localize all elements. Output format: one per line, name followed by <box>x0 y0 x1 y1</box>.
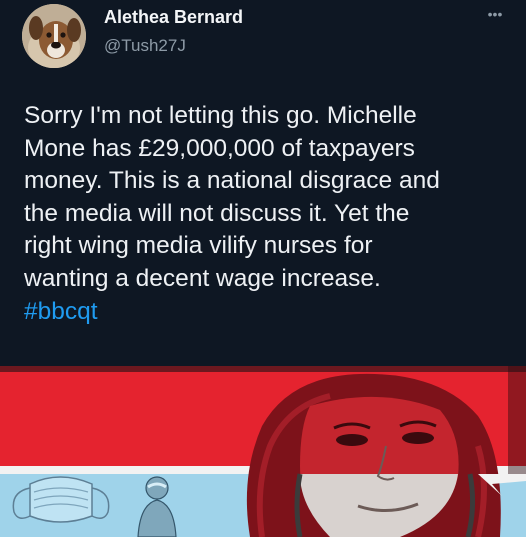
collage-image <box>0 366 526 537</box>
tweet-text-line: money. This is a national disgrace and <box>24 167 440 195</box>
tweet-text-line: right wing media vilify nurses for <box>24 232 373 260</box>
tweet-text-line: Sorry I'm not letting this go. Michelle <box>24 102 417 129</box>
tweet-text-line: the media will not discuss it. Yet the <box>24 199 410 227</box>
more-options-icon[interactable]: ••• <box>480 4 510 28</box>
dog-avatar-image <box>22 4 86 68</box>
tweet-card: Alethea Bernard @Tush27J ••• Sorry I'm n… <box>0 0 526 537</box>
tweet-media-image[interactable] <box>0 366 526 537</box>
tweet-text-line: wanting a decent wage increase. <box>24 264 381 292</box>
user-handle[interactable]: @Tush27J <box>104 36 186 56</box>
avatar[interactable] <box>22 4 86 68</box>
display-name[interactable]: Alethea Bernard <box>104 7 243 28</box>
hashtag-link[interactable]: #bbcqt <box>24 296 508 329</box>
tweet-text: Sorry I'm not letting this go. Michelle … <box>24 100 508 328</box>
tweet-text-line: Mone has £29,000,000 of taxpayers <box>24 134 415 162</box>
